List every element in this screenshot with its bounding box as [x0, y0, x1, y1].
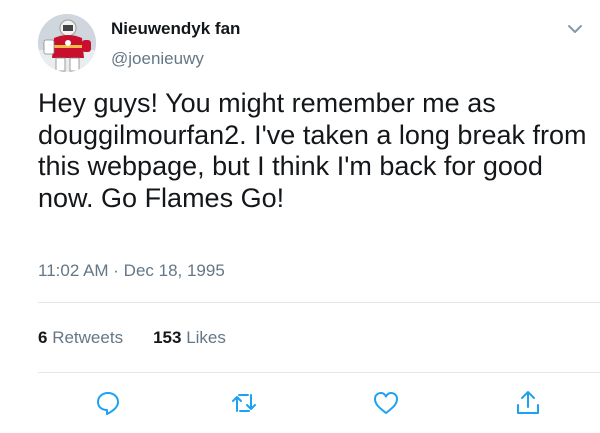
- user-handle[interactable]: @joenieuwy: [111, 49, 204, 69]
- hockey-goalie-avatar-image: [38, 14, 96, 72]
- likes-label: Likes: [186, 328, 226, 347]
- likes-count: 153: [153, 328, 182, 347]
- retweets-count: 6: [38, 328, 48, 347]
- share-icon[interactable]: [514, 389, 542, 417]
- reply-icon[interactable]: [94, 389, 122, 417]
- tweet-timestamp[interactable]: 11:02 AM · Dec 18, 1995: [38, 261, 225, 281]
- retweets-label: Retweets: [52, 328, 124, 347]
- retweet-icon[interactable]: [230, 389, 258, 417]
- retweets-stat[interactable]: 6 Retweets: [38, 328, 123, 348]
- display-name[interactable]: Nieuwendyk fan: [111, 19, 240, 39]
- divider: [38, 302, 600, 303]
- chevron-down-icon[interactable]: [565, 19, 585, 39]
- likes-stat[interactable]: 153 Likes: [153, 328, 226, 348]
- tweet-text: Hey guys! You might remember me as dougg…: [38, 88, 587, 213]
- like-icon[interactable]: [372, 389, 400, 417]
- divider: [38, 372, 600, 373]
- avatar[interactable]: [38, 14, 96, 72]
- tweet-stats: 6 Retweets 153 Likes: [38, 328, 256, 348]
